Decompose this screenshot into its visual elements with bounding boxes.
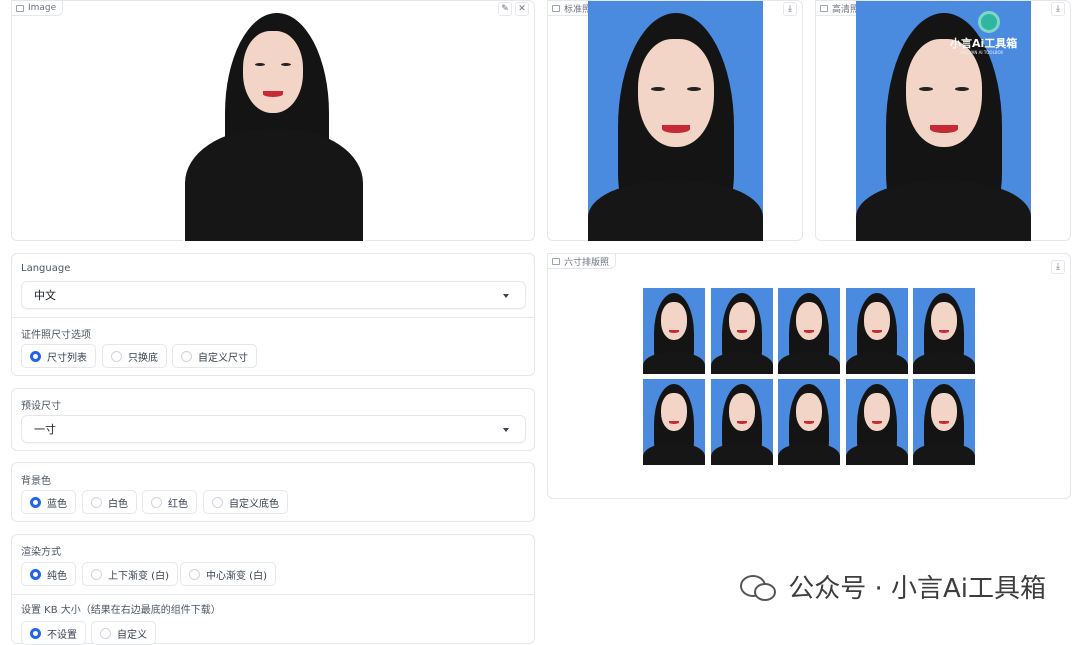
layout-thumbnail [710, 379, 773, 465]
standard-photo-label: 标准照 [564, 4, 592, 15]
uploaded-portrait [183, 11, 365, 241]
radio-custom-size[interactable]: 自定义尺寸 [172, 344, 257, 368]
logo-subtext: XIAOYAN AI TOOLBOX [960, 50, 1004, 55]
image-icon [16, 4, 24, 12]
layout-photo-panel: 六寸排版照 ⤓ [547, 253, 1071, 499]
radio-render-solid[interactable]: 纯色 [21, 562, 76, 586]
radio-change-bg-only[interactable]: 只换底 [102, 344, 167, 368]
radio-label: 自定义 [117, 629, 147, 641]
layout-thumbnail [643, 288, 705, 374]
language-select[interactable]: 中文 [21, 281, 526, 309]
hd-photo-label: 高清照 [832, 4, 860, 15]
preset-size-panel: 预设尺寸 一寸 [11, 388, 535, 451]
chevron-down-icon [503, 294, 509, 298]
radio-size-list[interactable]: 尺寸列表 [21, 344, 96, 368]
settings-panel-1: Language 中文 证件照尺寸选项 尺寸列表 只换底 自定义尺寸 [11, 253, 535, 376]
layout-thumbnail-grid [643, 288, 975, 466]
logo-icon [978, 11, 1000, 33]
radio-label: 纯色 [47, 570, 67, 582]
radio-dot [30, 627, 41, 639]
layout-thumbnail [845, 288, 908, 374]
radio-dot [212, 496, 223, 508]
hd-portrait: 小言Ai工具箱 XIAOYAN AI TOOLBOX [856, 1, 1031, 241]
wechat-watermark: 公众号 · 小言Ai工具箱 [740, 568, 1046, 605]
layout-thumbnail [778, 288, 840, 374]
radio-label: 只换底 [128, 352, 158, 364]
image-panel-label: Image [28, 3, 57, 13]
radio-bg-red[interactable]: 红色 [142, 490, 197, 514]
radio-label: 自定义底色 [229, 498, 279, 510]
radio-label: 中心渐变 (白) [206, 570, 267, 582]
hd-photo-panel: 高清照 ⤓ 小言Ai工具箱 XIAOYAN AI TOOLBOX [815, 0, 1071, 241]
watermark-text: 公众号 · 小言Ai工具箱 [788, 574, 1046, 604]
radio-label: 自定义尺寸 [198, 352, 248, 364]
radio-bg-white[interactable]: 白色 [82, 490, 137, 514]
image-icon [820, 4, 828, 12]
standard-portrait [588, 1, 763, 241]
radio-dot [30, 568, 41, 580]
radio-kb-none[interactable]: 不设置 [21, 621, 86, 645]
layout-thumbnail [710, 288, 773, 374]
radio-label: 不设置 [47, 629, 77, 641]
radio-kb-custom[interactable]: 自定义 [91, 621, 156, 645]
wechat-icon [740, 571, 780, 603]
layout-thumbnail [643, 379, 705, 465]
radio-dot [189, 568, 200, 580]
preset-size-value: 一寸 [34, 423, 56, 436]
radio-label: 红色 [168, 498, 188, 510]
layout-thumbnail [913, 288, 975, 374]
radio-label: 尺寸列表 [47, 352, 87, 364]
layout-thumbnail [845, 379, 908, 465]
radio-dot [30, 496, 41, 508]
radio-dot [181, 350, 192, 362]
download-icon[interactable]: ⤓ [783, 2, 797, 16]
layout-photo-label: 六寸排版照 [564, 257, 610, 268]
language-label: Language [21, 263, 71, 274]
background-color-panel: 背景色 蓝色 白色 红色 自定义底色 [11, 462, 535, 522]
download-icon[interactable]: ⤓ [1051, 260, 1065, 274]
image-panel-tag: Image [11, 0, 64, 16]
layout-photo-tag: 六寸排版照 [547, 253, 617, 269]
radio-render-center-gradient[interactable]: 中心渐变 (白) [180, 562, 276, 586]
chevron-down-icon [503, 428, 509, 432]
layout-thumbnail [778, 379, 840, 465]
radio-dot [111, 350, 122, 362]
radio-label: 蓝色 [47, 498, 67, 510]
pencil-icon[interactable]: ✎ [498, 2, 512, 16]
image-icon [552, 257, 560, 265]
radio-dot [30, 350, 41, 362]
language-value: 中文 [34, 289, 56, 302]
radio-dot [100, 627, 111, 639]
render-panel: 渲染方式 纯色 上下渐变 (白) 中心渐变 (白) 设置 KB 大小（结果在右边… [11, 534, 535, 645]
radio-label: 上下渐变 (白) [108, 570, 169, 582]
preset-size-select[interactable]: 一寸 [21, 415, 526, 443]
radio-dot [151, 496, 162, 508]
radio-bg-blue[interactable]: 蓝色 [21, 490, 76, 514]
close-icon[interactable]: ✕ [515, 2, 529, 16]
render-mode-label: 渲染方式 [21, 547, 61, 558]
logo-text: 小言Ai工具箱 [950, 37, 1018, 50]
preset-size-label: 预设尺寸 [21, 401, 61, 412]
download-icon[interactable]: ⤓ [1051, 2, 1065, 16]
image-icon [552, 4, 560, 12]
radio-dot [91, 496, 102, 508]
image-input-panel[interactable]: Image ✎ ✕ [11, 0, 535, 241]
kb-size-label: 设置 KB 大小（结果在右边最底的组件下载） [21, 605, 221, 616]
size-options-label: 证件照尺寸选项 [21, 330, 91, 341]
radio-render-vertical-gradient[interactable]: 上下渐变 (白) [82, 562, 178, 586]
radio-label: 白色 [108, 498, 128, 510]
radio-dot [91, 568, 102, 580]
radio-bg-custom[interactable]: 自定义底色 [203, 490, 288, 514]
standard-photo-panel: 标准照 ⤓ [547, 0, 803, 241]
background-color-label: 背景色 [21, 476, 51, 487]
layout-thumbnail [913, 379, 975, 465]
